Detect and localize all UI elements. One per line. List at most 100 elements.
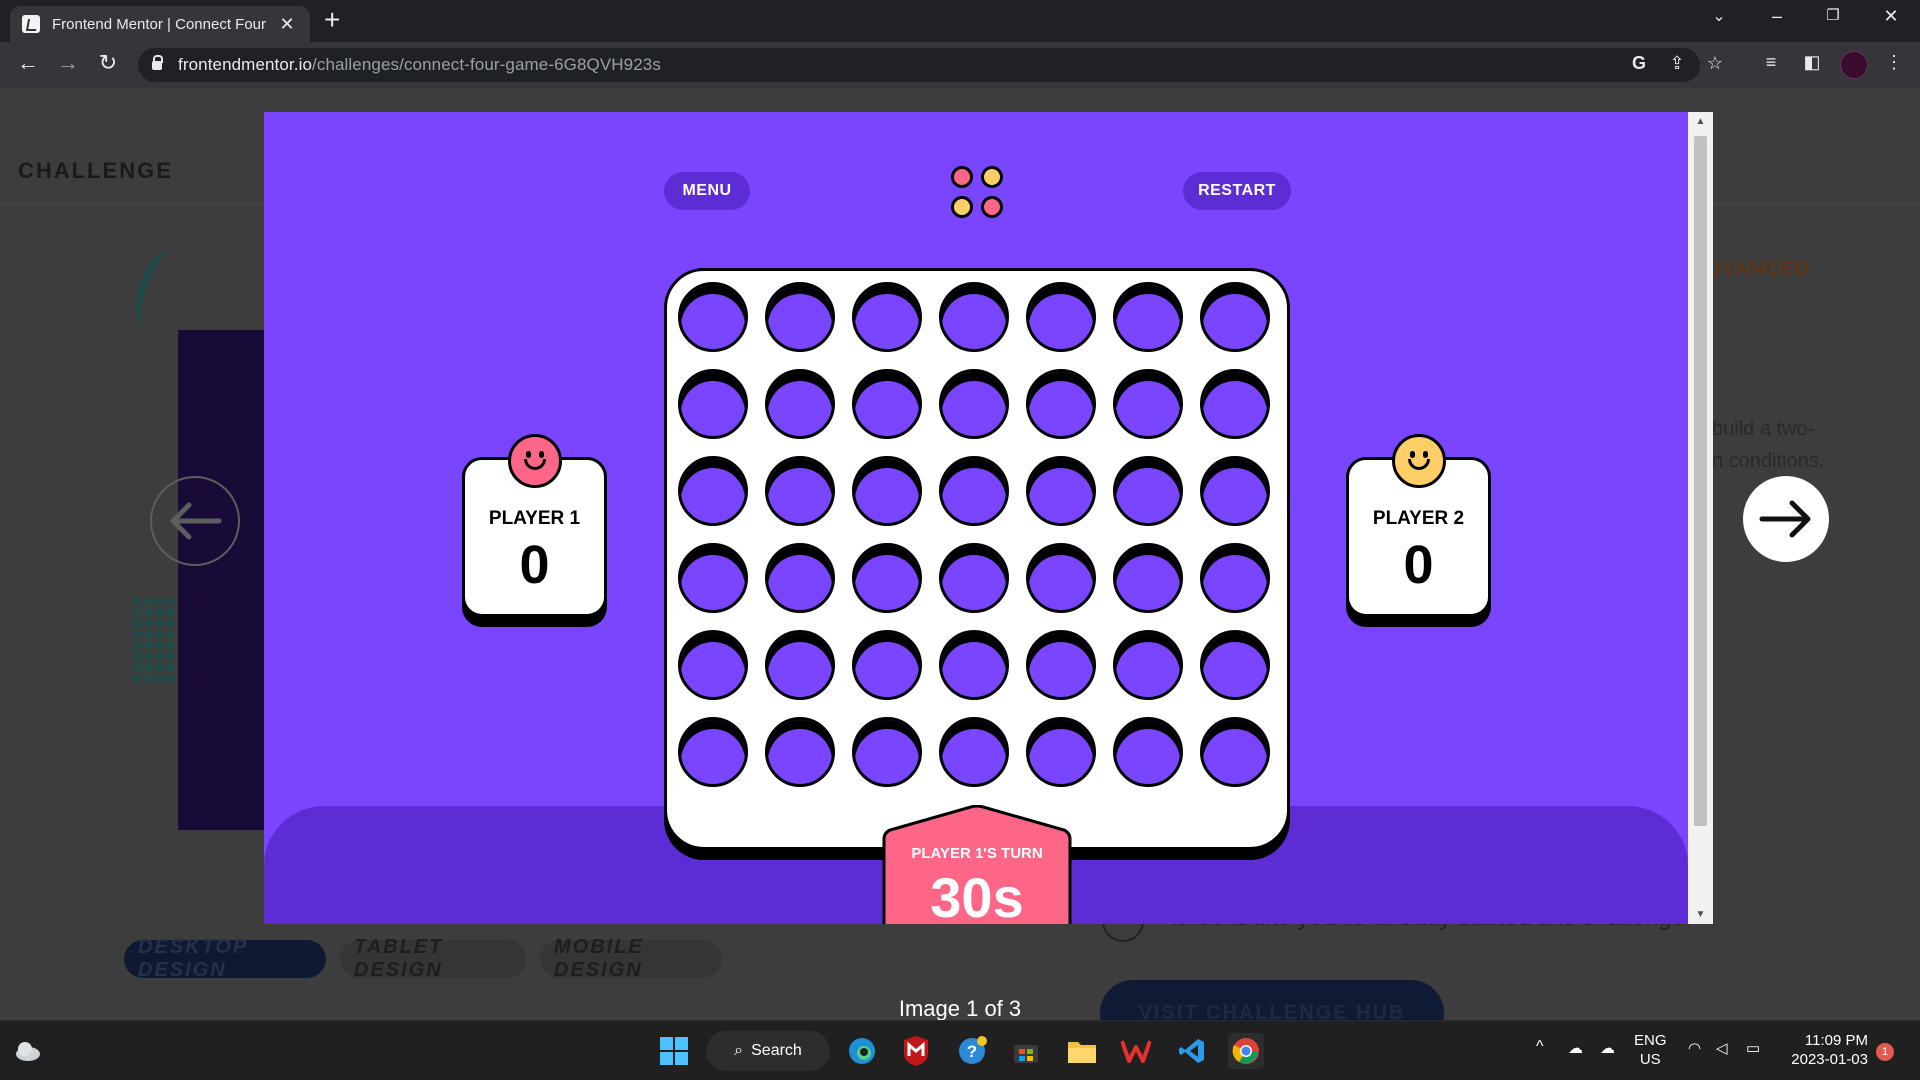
board-cell[interactable] xyxy=(852,543,922,613)
board-cell[interactable] xyxy=(1200,282,1270,352)
microsoft-store-icon[interactable] xyxy=(1008,1033,1044,1069)
onedrive-icon[interactable]: ☁ xyxy=(1568,1039,1583,1058)
board-cell[interactable] xyxy=(939,282,1009,352)
board-cell[interactable] xyxy=(852,630,922,700)
board-cell[interactable] xyxy=(852,717,922,787)
language-indicator[interactable]: ENG US xyxy=(1634,1031,1667,1069)
board-cell[interactable] xyxy=(678,282,748,352)
board-cell[interactable] xyxy=(1026,456,1096,526)
board-cell[interactable] xyxy=(852,282,922,352)
preview-card xyxy=(178,330,264,830)
chrome-icon[interactable] xyxy=(1228,1033,1264,1069)
board-cell[interactable] xyxy=(765,369,835,439)
board-cell[interactable] xyxy=(765,282,835,352)
board-cell[interactable] xyxy=(1026,282,1096,352)
notification-badge[interactable]: 1 xyxy=(1876,1043,1894,1061)
scroll-down-arrow-icon[interactable]: ▼ xyxy=(1688,909,1713,920)
previous-image-button[interactable] xyxy=(150,476,240,566)
board-cell[interactable] xyxy=(678,456,748,526)
modal-scrollbar[interactable]: ▲ ▼ xyxy=(1688,112,1713,924)
decorative-dots xyxy=(132,596,178,686)
back-button[interactable]: ← xyxy=(12,50,44,76)
tab-mobile-design[interactable]: MOBILE DESIGN xyxy=(540,936,722,981)
weather-widget-icon[interactable] xyxy=(10,1033,46,1069)
help-icon[interactable]: ? xyxy=(954,1033,990,1069)
mcafee-icon[interactable] xyxy=(898,1033,934,1069)
side-panel-icon[interactable]: ◧ xyxy=(1798,52,1826,73)
bookmark-star-icon[interactable]: ☆ xyxy=(1702,53,1728,74)
board-cell[interactable] xyxy=(765,543,835,613)
board-cell[interactable] xyxy=(1113,717,1183,787)
vscode-icon[interactable] xyxy=(1174,1033,1210,1069)
close-window-button[interactable]: ✕ xyxy=(1871,6,1911,27)
board-cell[interactable] xyxy=(1200,717,1270,787)
volume-icon[interactable]: ◁ xyxy=(1716,1039,1728,1058)
board-cell[interactable] xyxy=(765,717,835,787)
tab-desktop-design[interactable]: DESKTOP DESIGN xyxy=(124,936,326,981)
board-cell[interactable] xyxy=(765,630,835,700)
close-tab-icon[interactable]: ✕ xyxy=(276,14,298,35)
taskbar-search[interactable]: ⌕ Search xyxy=(706,1031,830,1071)
board-cell[interactable] xyxy=(1200,543,1270,613)
board-cell[interactable] xyxy=(678,630,748,700)
minimize-button[interactable]: – xyxy=(1757,6,1797,27)
board-cell[interactable] xyxy=(1113,456,1183,526)
board-cell[interactable] xyxy=(1026,717,1096,787)
google-lens-icon[interactable]: G xyxy=(1626,53,1652,74)
clock[interactable]: 11:09 PM 2023-01-03 xyxy=(1786,1031,1868,1069)
address-bar[interactable]: frontendmentor.io/challenges/connect-fou… xyxy=(138,48,1723,82)
file-explorer-icon[interactable] xyxy=(1064,1033,1100,1069)
browser-tab[interactable]: Frontend Mentor | Connect Four ✕ xyxy=(10,6,310,42)
restart-button[interactable]: RESTART xyxy=(1183,172,1291,210)
board-cell[interactable] xyxy=(1113,543,1183,613)
edge-icon[interactable] xyxy=(844,1033,880,1069)
tab-search-chevron-icon[interactable]: ⌄ xyxy=(1699,6,1739,26)
show-hidden-icons-chevron-icon[interactable]: ^ xyxy=(1536,1037,1544,1056)
board-cell[interactable] xyxy=(678,369,748,439)
scroll-thumb[interactable] xyxy=(1694,136,1707,826)
wps-office-icon[interactable] xyxy=(1118,1033,1154,1069)
board-cell[interactable] xyxy=(1200,456,1270,526)
board-cell[interactable] xyxy=(939,717,1009,787)
board-cell[interactable] xyxy=(1113,369,1183,439)
tab-tablet-design[interactable]: TABLET DESIGN xyxy=(340,936,526,981)
forward-button[interactable]: → xyxy=(52,50,84,76)
board-cell[interactable] xyxy=(1113,630,1183,700)
time-label: 11:09 PM xyxy=(1804,1032,1868,1049)
board-cell[interactable] xyxy=(939,369,1009,439)
reading-list-icon[interactable]: ≡ xyxy=(1757,52,1785,73)
board-cell[interactable] xyxy=(939,630,1009,700)
board-cell[interactable] xyxy=(1200,369,1270,439)
onedrive-sync-icon[interactable]: ☁ xyxy=(1600,1039,1615,1058)
more-menu-icon[interactable]: ⋮ xyxy=(1880,52,1908,73)
battery-icon[interactable]: ▭ xyxy=(1746,1039,1760,1058)
game-board[interactable] xyxy=(664,268,1290,850)
wifi-icon[interactable]: ◠ xyxy=(1688,1039,1701,1058)
board-cell[interactable] xyxy=(1026,630,1096,700)
date-label: 2023-01-03 xyxy=(1791,1051,1868,1068)
start-button[interactable] xyxy=(656,1033,692,1069)
board-cell[interactable] xyxy=(1200,630,1270,700)
board-cell[interactable] xyxy=(678,543,748,613)
board-cell[interactable] xyxy=(1026,369,1096,439)
board-cell[interactable] xyxy=(678,717,748,787)
reload-button[interactable]: ↻ xyxy=(92,50,124,76)
player-2-score: 0 xyxy=(1403,535,1434,595)
profile-avatar[interactable] xyxy=(1840,51,1868,79)
board-cell[interactable] xyxy=(939,456,1009,526)
board-cell[interactable] xyxy=(765,456,835,526)
board-cell[interactable] xyxy=(852,369,922,439)
board-cell[interactable] xyxy=(1113,282,1183,352)
scroll-up-arrow-icon[interactable]: ▲ xyxy=(1688,116,1713,127)
share-icon[interactable]: ⇪ xyxy=(1664,53,1690,74)
tab-bar: Frontend Mentor | Connect Four ✕ + ⌄ – ❐… xyxy=(0,0,1920,42)
menu-button[interactable]: MENU xyxy=(664,172,750,210)
board-cell[interactable] xyxy=(1026,543,1096,613)
restore-button[interactable]: ❐ xyxy=(1813,6,1853,24)
new-tab-button[interactable]: + xyxy=(324,4,340,36)
next-image-button[interactable] xyxy=(1743,476,1829,562)
board-cell[interactable] xyxy=(939,543,1009,613)
region-label: US xyxy=(1639,1051,1661,1068)
lock-icon xyxy=(152,54,163,70)
board-cell[interactable] xyxy=(852,456,922,526)
